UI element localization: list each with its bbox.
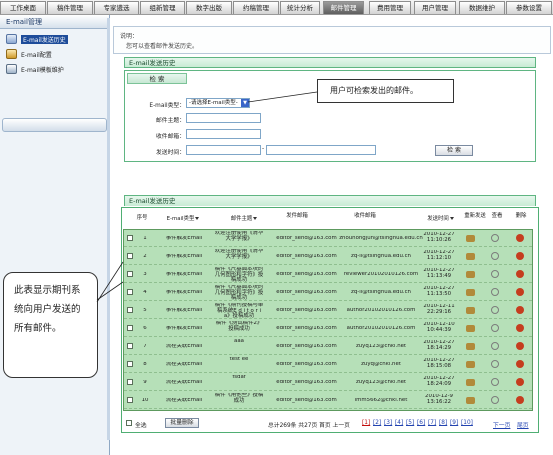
annotation-pointers xyxy=(96,91,318,303)
